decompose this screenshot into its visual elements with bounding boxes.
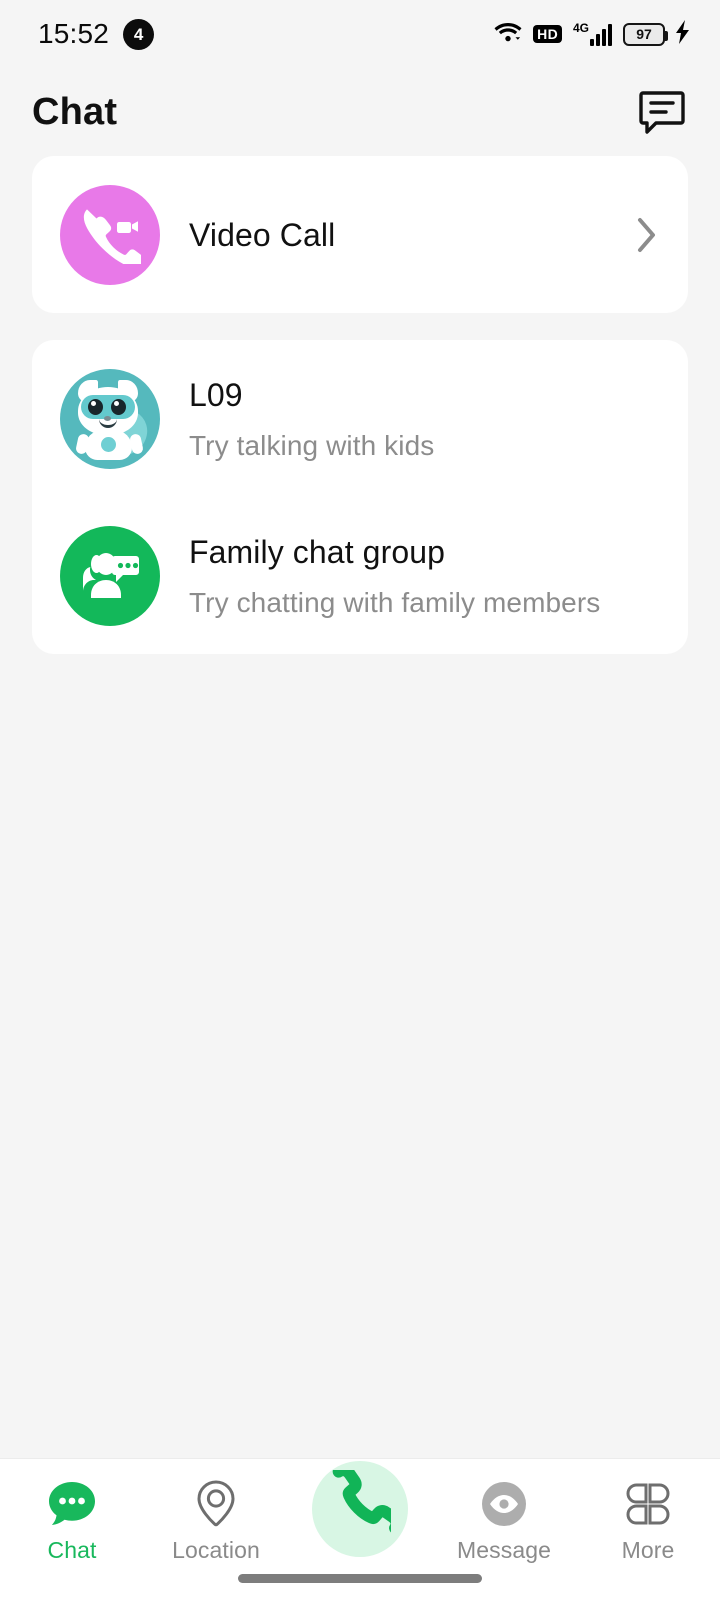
wifi-icon: [494, 21, 522, 48]
list-item-texts: Video Call: [189, 215, 335, 255]
tab-label: More: [621, 1537, 675, 1563]
tab-more[interactable]: More: [576, 1477, 720, 1600]
hd-icon: HD: [533, 24, 562, 44]
video-call-icon: [60, 184, 160, 285]
chat-bubble-icon: [46, 1477, 98, 1531]
status-time: 15:52: [38, 18, 110, 49]
signal-bars: [590, 24, 612, 46]
list-item-title: L09: [189, 376, 243, 413]
eye-circle-icon: [478, 1477, 530, 1531]
signal-icon: 4G: [573, 22, 612, 46]
page-title: Chat: [32, 90, 118, 133]
content-area: Video Call L09 Try talking with kids Fam…: [0, 156, 720, 1458]
list-item-video-call[interactable]: Video Call: [32, 156, 688, 313]
tab-chat[interactable]: Chat: [0, 1477, 144, 1600]
chevron-right-icon[interactable]: [636, 216, 658, 254]
group-chat-icon: [60, 525, 160, 626]
charging-bolt-icon: [676, 19, 690, 49]
contacts-card: L09 Try talking with kids Family chat gr…: [32, 340, 688, 654]
tab-label: Chat: [47, 1537, 97, 1563]
bottom-navigation: Chat Location Message More: [0, 1458, 720, 1600]
status-bar-left: 15:52 4: [38, 18, 155, 50]
battery-icon: 97: [623, 22, 668, 46]
location-pin-icon: [193, 1477, 239, 1531]
page-header: Chat: [0, 68, 720, 156]
list-item-title: Video Call: [189, 216, 336, 253]
network-type-label: 4G: [572, 21, 589, 35]
tab-label: Message: [456, 1537, 552, 1563]
phone-call-icon: [312, 1461, 408, 1557]
message-bubble-icon[interactable]: [634, 84, 690, 140]
tab-label: Location: [172, 1537, 260, 1563]
list-item-subtitle: Try talking with kids: [189, 429, 435, 461]
list-item-family-chat-group[interactable]: Family chat group Try chatting with fami…: [32, 497, 688, 654]
list-item-title: Family chat group: [189, 533, 446, 570]
robot-cat-figure: [73, 378, 150, 460]
notification-count-badge: 4: [123, 18, 155, 50]
list-item-subtitle: Try chatting with family members: [189, 586, 601, 618]
status-bar-right: HD 4G 97: [494, 19, 690, 49]
status-bar: 15:52 4 HD 4G 97: [0, 0, 720, 68]
app-screen: 15:52 4 HD 4G 97 Chat Video Call L09 Try…: [0, 0, 720, 1600]
list-item-texts: L09 Try talking with kids: [189, 375, 434, 463]
list-item-texts: Family chat group Try chatting with fami…: [189, 532, 600, 620]
home-indicator[interactable]: [238, 1574, 482, 1583]
shortcut-card: Video Call: [32, 156, 688, 313]
battery-level-label: 97: [636, 26, 652, 42]
robot-cat-avatar: [60, 368, 160, 469]
list-item-l09[interactable]: L09 Try talking with kids: [32, 340, 688, 497]
grid-clover-icon: [623, 1477, 673, 1531]
